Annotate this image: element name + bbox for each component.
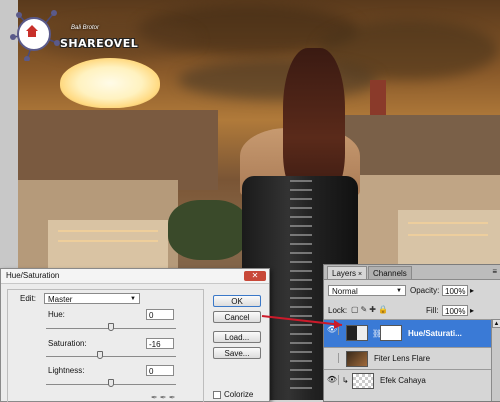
hue-slider-thumb[interactable]	[108, 323, 114, 331]
fill-arrow-icon[interactable]: ▸	[470, 306, 474, 315]
cancel-button[interactable]: Cancel	[213, 311, 261, 323]
adjustment-icon	[346, 325, 368, 341]
saturation-label: Saturation:	[48, 339, 87, 348]
dialog-title: Hue/Saturation	[6, 271, 60, 280]
eye-icon[interactable]: 👁	[326, 325, 339, 335]
colorize-label: Colorize	[224, 390, 254, 399]
visibility-toggle[interactable]	[326, 353, 339, 363]
chevron-down-icon: ▼	[396, 288, 402, 294]
fill-input[interactable]: 100%	[442, 305, 468, 316]
hue-saturation-dialog: Hue/Saturation ✕ Edit: Master ▼ Hue: 0 S…	[0, 268, 270, 402]
tab-layers[interactable]: Layers ×	[327, 266, 368, 279]
layers-scrollbar[interactable]	[491, 319, 500, 401]
load-button[interactable]: Load...	[213, 331, 261, 343]
hue-input[interactable]: 0	[146, 309, 174, 320]
layer-row-hue-saturation[interactable]: 👁 ⛓ Hue/Saturati...	[324, 319, 500, 347]
blend-mode-value: Normal	[332, 287, 358, 296]
layer-name: Fiter Lens Flare	[374, 354, 431, 363]
opacity-arrow-icon[interactable]: ▸	[470, 286, 474, 295]
edit-channel-select[interactable]: Master ▼	[44, 293, 140, 304]
tab-channels[interactable]: Channels	[368, 266, 412, 279]
window-row	[408, 222, 488, 224]
saturation-slider-thumb[interactable]	[97, 351, 103, 359]
scroll-up-icon[interactable]: ▲	[492, 319, 500, 328]
house-icon	[26, 25, 38, 37]
lightness-input[interactable]: 0	[146, 365, 174, 376]
fill-label: Fill:	[426, 306, 439, 315]
save-button[interactable]: Save...	[213, 347, 261, 359]
building	[18, 110, 218, 190]
lightness-label: Lightness:	[48, 366, 85, 375]
chevron-down-icon: ▼	[130, 296, 136, 302]
lock-label: Lock:	[328, 306, 348, 315]
panel-tabs: Layers × Channels ≡	[324, 265, 500, 280]
layer-row-lens-flare[interactable]: Fiter Lens Flare	[324, 347, 500, 369]
corset-lace	[290, 180, 312, 390]
dialog-titlebar[interactable]: Hue/Saturation ✕	[1, 269, 269, 284]
hue-label: Hue:	[48, 310, 65, 319]
layer-mask-thumbnail	[380, 325, 402, 341]
eyedropper-icon[interactable]: ✒ ✒ ✒	[151, 393, 176, 402]
lock-icons[interactable]: ▢✎✚🔒	[351, 305, 390, 314]
layer-row-efek-cahaya[interactable]: 👁 ↳ Efek Cahaya	[324, 369, 500, 391]
layer-name: Efek Cahaya	[380, 376, 426, 385]
watermark-logo: Bali Brotor SHAREOVEL	[5, 3, 138, 69]
tab-channels-label: Channels	[373, 269, 407, 278]
clipping-arrow-icon: ↳	[342, 376, 349, 385]
layers-panel: Layers × Channels ≡ Normal ▼ Opacity: 100…	[323, 264, 500, 402]
window-row	[58, 240, 158, 242]
saturation-input[interactable]: -16	[146, 338, 174, 349]
tab-layers-label: Layers	[332, 269, 357, 278]
window-row	[58, 230, 158, 232]
layer-thumbnail	[352, 373, 374, 389]
close-icon[interactable]: ×	[358, 271, 362, 278]
adjustment-group: Edit: Master ▼ Hue: 0 Saturation: -16 Li…	[7, 289, 204, 402]
lightness-slider-thumb[interactable]	[108, 379, 114, 387]
layer-name: Hue/Saturati...	[408, 329, 462, 338]
colorize-checkbox[interactable]	[213, 391, 221, 399]
ok-button[interactable]: OK	[213, 295, 261, 307]
opacity-input[interactable]: 100%	[442, 285, 468, 296]
edit-channel-value: Master	[48, 295, 73, 304]
close-icon[interactable]: ✕	[244, 271, 266, 281]
layer-thumbnail	[346, 351, 368, 367]
eye-icon[interactable]: 👁	[326, 375, 339, 385]
logo-name: SHAREOVEL	[60, 37, 139, 50]
edit-label: Edit:	[20, 294, 37, 303]
building	[398, 210, 500, 270]
opacity-label: Opacity:	[410, 286, 440, 295]
window-row	[408, 234, 488, 236]
blend-mode-select[interactable]: Normal ▼	[328, 285, 406, 296]
logo-tagline: Bali Brotor	[71, 25, 100, 31]
panel-menu-icon[interactable]: ≡	[492, 267, 497, 276]
saturation-slider-track[interactable]	[46, 356, 176, 357]
